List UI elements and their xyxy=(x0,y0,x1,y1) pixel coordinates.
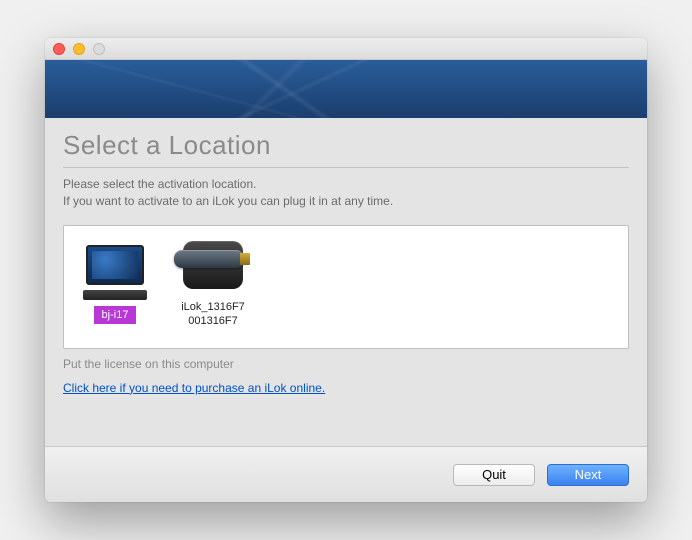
instructions-text: Please select the activation location. I… xyxy=(63,176,629,211)
location-selector: bj-i17 iLok_1316F7 001316F7 xyxy=(63,225,629,349)
dialog-window: Select a Location Please select the acti… xyxy=(45,38,647,502)
location-computer[interactable]: bj-i17 xyxy=(76,236,154,324)
titlebar xyxy=(45,38,647,60)
footer: Quit Next xyxy=(45,446,647,502)
computer-label: bj-i17 xyxy=(94,306,137,324)
hint-text: Put the license on this computer xyxy=(63,357,629,371)
instructions-line-1: Please select the activation location. xyxy=(63,176,629,193)
ilok-name: iLok_1316F7 xyxy=(181,300,245,314)
ilok-icon xyxy=(180,236,246,294)
purchase-ilok-link[interactable]: Click here if you need to purchase an iL… xyxy=(63,381,325,395)
ilok-serial: 001316F7 xyxy=(181,314,245,328)
banner-image xyxy=(45,60,647,118)
minimize-icon[interactable] xyxy=(73,43,85,55)
page-title: Select a Location xyxy=(63,130,629,161)
computer-icon xyxy=(82,236,148,294)
next-button[interactable]: Next xyxy=(547,464,629,486)
content-area: Select a Location Please select the acti… xyxy=(45,118,647,446)
instructions-line-2: If you want to activate to an iLok you c… xyxy=(63,193,629,210)
maximize-icon xyxy=(93,43,105,55)
divider xyxy=(63,167,629,168)
quit-button[interactable]: Quit xyxy=(453,464,535,486)
location-ilok[interactable]: iLok_1316F7 001316F7 xyxy=(174,236,252,329)
ilok-labels: iLok_1316F7 001316F7 xyxy=(181,300,245,329)
close-icon[interactable] xyxy=(53,43,65,55)
